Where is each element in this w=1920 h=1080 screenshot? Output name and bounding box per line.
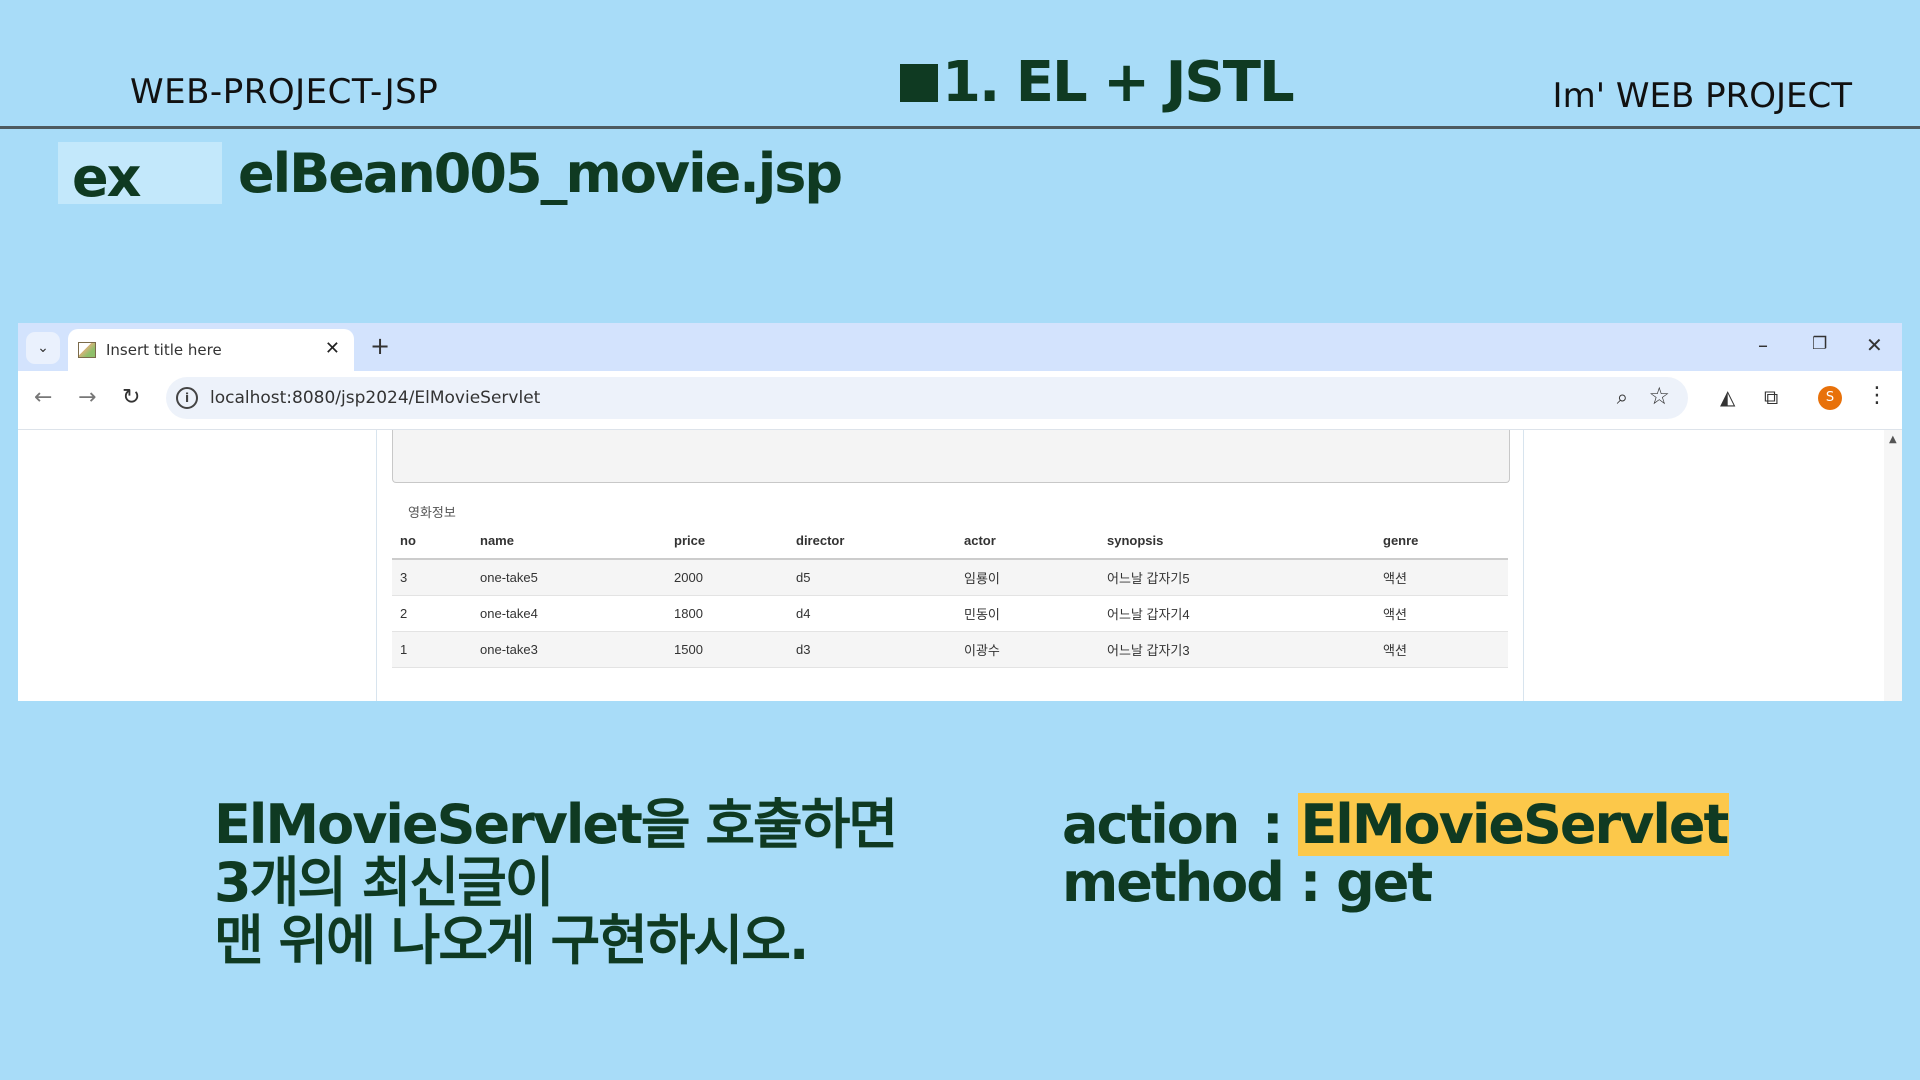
cell-no: 3 bbox=[392, 559, 472, 596]
spec-separator: : bbox=[1262, 793, 1284, 856]
movie-table: no name price director actor synopsis ge… bbox=[392, 522, 1508, 668]
tab-active[interactable]: Insert title here ✕ bbox=[68, 329, 354, 371]
slide-header-left: WEB-PROJECT-JSP bbox=[130, 72, 439, 112]
spec-action-value: ElMovieServlet bbox=[1298, 793, 1730, 856]
url-text[interactable]: localhost:8080/jsp2024/ElMovieServlet bbox=[210, 388, 540, 408]
restore-button[interactable]: ❐ bbox=[1812, 334, 1827, 354]
back-arrow-icon[interactable]: ← bbox=[34, 385, 52, 410]
cell-genre: 액션 bbox=[1375, 559, 1508, 596]
extension-triangle-icon[interactable]: ◭ bbox=[1720, 385, 1735, 409]
extensions-puzzle-icon[interactable]: ⧉ bbox=[1764, 385, 1778, 409]
tab-title: Insert title here bbox=[106, 341, 222, 359]
cell-no: 1 bbox=[392, 631, 472, 668]
cell-no: 2 bbox=[392, 595, 472, 632]
bookmark-star-icon[interactable]: ☆ bbox=[1648, 382, 1670, 410]
table-header-row: no name price director actor synopsis ge… bbox=[392, 522, 1508, 560]
column-header: synopsis bbox=[1099, 522, 1375, 560]
column-header: director bbox=[788, 522, 956, 560]
address-bar[interactable]: i localhost:8080/jsp2024/ElMovieServlet … bbox=[166, 377, 1688, 419]
cell-actor: 이광수 bbox=[956, 631, 1099, 668]
profile-avatar[interactable]: S bbox=[1818, 386, 1842, 410]
cell-genre: 액션 bbox=[1375, 631, 1508, 668]
tab-strip: ⌄ Insert title here ✕ + – ❐ ✕ bbox=[18, 323, 1902, 371]
page-viewport: 영화정보 no name price director actor synops… bbox=[18, 430, 1884, 701]
form-spec: action: ElMovieServlet method : get bbox=[1062, 793, 1730, 912]
site-info-icon[interactable]: i bbox=[176, 387, 198, 409]
cell-price: 2000 bbox=[666, 559, 788, 596]
reload-icon[interactable]: ↻ bbox=[122, 385, 140, 410]
tab-search-button[interactable]: ⌄ bbox=[26, 332, 60, 364]
spec-action-row: action: ElMovieServlet bbox=[1062, 793, 1730, 856]
vertical-scrollbar[interactable]: ▲ bbox=[1884, 430, 1902, 701]
slide-header-right: Im' WEB PROJECT bbox=[1552, 76, 1852, 116]
toolbar: ← → ↻ i localhost:8080/jsp2024/ElMovieSe… bbox=[18, 371, 1902, 430]
broken-image-favicon-icon bbox=[78, 342, 96, 358]
cell-name: one-take3 bbox=[472, 631, 666, 668]
spec-method-row: method : get bbox=[1062, 854, 1729, 912]
cell-synopsis: 어느날 갑자기4 bbox=[1099, 595, 1375, 632]
cell-price: 1800 bbox=[666, 595, 788, 632]
zoom-icon[interactable]: ⌕ bbox=[1617, 385, 1628, 409]
cell-synopsis: 어느날 갑자기5 bbox=[1099, 559, 1375, 596]
cell-genre: 액션 bbox=[1375, 595, 1508, 632]
forward-arrow-icon[interactable]: → bbox=[78, 385, 96, 410]
instruction-line: 맨 위에 나오게 구현하시오. bbox=[214, 909, 809, 972]
square-bullet-icon bbox=[900, 63, 938, 102]
tab-close-icon[interactable]: ✕ bbox=[325, 338, 340, 359]
table-row: 2 one-take4 1800 d4 민동이 어느날 갑자기4 액션 bbox=[392, 595, 1508, 632]
column-header: price bbox=[666, 522, 788, 560]
minimize-button[interactable]: – bbox=[1758, 333, 1768, 357]
cell-director: d3 bbox=[788, 631, 956, 668]
menu-dots-icon[interactable]: ⋮ bbox=[1866, 383, 1888, 408]
cell-synopsis: 어느날 갑자기3 bbox=[1099, 631, 1375, 668]
cell-name: one-take5 bbox=[472, 559, 666, 596]
spec-separator: : bbox=[1299, 851, 1322, 914]
instruction-text: ElMovieServlet을 호출하면 3개의 최신글이 맨 위에 나오게 구… bbox=[214, 793, 898, 972]
column-header: no bbox=[392, 522, 472, 560]
spec-action-label: action bbox=[1062, 793, 1240, 856]
cell-director: d4 bbox=[788, 595, 956, 632]
cell-director: d5 bbox=[788, 559, 956, 596]
spec-method-label: method bbox=[1062, 851, 1285, 914]
example-filename: elBean005_movie.jsp bbox=[238, 142, 843, 205]
ex-tag: ex bbox=[58, 142, 222, 209]
close-window-button[interactable]: ✕ bbox=[1866, 333, 1883, 357]
column-header: genre bbox=[1375, 522, 1508, 560]
table-row: 3 one-take5 2000 d5 임룡이 어느날 갑자기5 액션 bbox=[392, 559, 1508, 596]
slide-title-text: 1. EL + JSTL bbox=[942, 50, 1295, 115]
table-caption: 영화정보 bbox=[408, 506, 456, 521]
instruction-line: ElMovieServlet을 호출하면 bbox=[214, 793, 898, 856]
form-panel bbox=[392, 430, 1510, 483]
scroll-up-icon[interactable]: ▲ bbox=[1889, 434, 1897, 445]
cell-name: one-take4 bbox=[472, 595, 666, 632]
browser-window: ⌄ Insert title here ✕ + – ❐ ✕ ← → ↻ i lo… bbox=[18, 323, 1902, 701]
cell-actor: 민동이 bbox=[956, 595, 1099, 632]
spec-method-value: get bbox=[1336, 851, 1433, 914]
column-header: actor bbox=[956, 522, 1099, 560]
cell-actor: 임룡이 bbox=[956, 559, 1099, 596]
new-tab-button[interactable]: + bbox=[370, 332, 390, 360]
header-divider bbox=[0, 126, 1920, 129]
instruction-line: 3개의 최신글이 bbox=[214, 851, 554, 914]
slide-title: 1. EL + JSTL bbox=[900, 50, 1295, 115]
chevron-down-icon: ⌄ bbox=[37, 340, 49, 356]
table-row: 1 one-take3 1500 d3 이광수 어느날 갑자기3 액션 bbox=[392, 631, 1508, 668]
ex-label: ex bbox=[72, 146, 141, 209]
column-header: name bbox=[472, 522, 666, 560]
cell-price: 1500 bbox=[666, 631, 788, 668]
